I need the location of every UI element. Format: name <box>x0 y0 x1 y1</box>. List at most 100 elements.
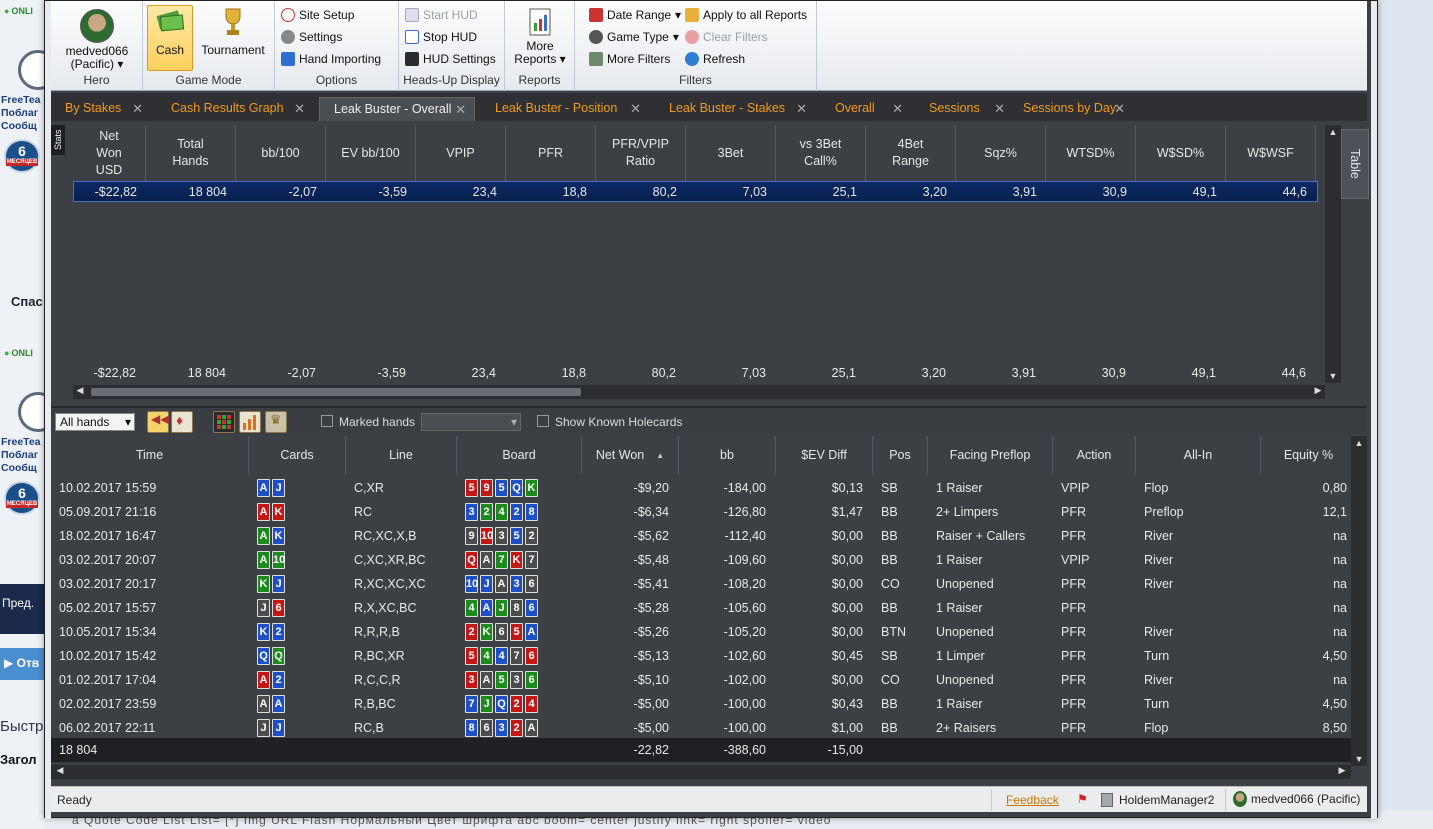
clear-filters-button[interactable]: Clear Filters <box>685 30 768 44</box>
start-hud-button[interactable]: Start HUD <box>405 8 478 22</box>
trophy-button[interactable]: ♛ <box>265 411 287 433</box>
stats-row-selected[interactable]: -$22,82 18 804 -2,07 -3,59 23,4 18,8 80,2 7,03 2… <box>73 181 1318 202</box>
stats-cell: 44,6 <box>1282 185 1307 199</box>
tab-leak-buster-overall[interactable]: Leak Buster - Overall ✕ <box>319 97 475 121</box>
date-range-button[interactable]: Date Range ▾ <box>589 8 681 22</box>
scroll-up-icon[interactable]: ▲ <box>1326 127 1340 137</box>
replay-button[interactable]: ♦ <box>171 411 193 433</box>
hands-col-header[interactable]: Equity % <box>1261 436 1357 474</box>
table-row[interactable]: 03.02.2017 20:17 K J R,XC,XC,XC 10 J A 3 6 -$5,41… <box>51 572 1357 596</box>
online-status: ONLI <box>0 6 44 16</box>
tab-leak-buster-position[interactable]: Leak Buster - Position ✕ <box>481 97 649 121</box>
hands-col-header[interactable]: Time <box>51 436 249 474</box>
close-icon[interactable]: ✕ <box>455 102 466 118</box>
table-row[interactable]: 03.02.2017 20:07 A 10 C,XC,XR,BC Q A 7 K 7 -$5,48… <box>51 548 1357 572</box>
cash-button-content[interactable]: Cash <box>147 7 193 57</box>
scroll-right-icon[interactable]: ▶ <box>1311 385 1325 396</box>
tab-overall[interactable]: Overall ✕ <box>821 97 911 121</box>
hands-col-header[interactable]: Pos <box>873 436 928 474</box>
hands-horizontal-scrollbar[interactable]: ◀ ▶ <box>51 765 1351 779</box>
hands-col-header[interactable]: Cards <box>249 436 346 474</box>
scroll-down-icon[interactable]: ▼ <box>1326 371 1340 381</box>
scroll-left-icon[interactable]: ◀ <box>53 765 67 776</box>
hands-col-header[interactable]: Action <box>1053 436 1136 474</box>
hands-col-header[interactable]: All-In <box>1136 436 1261 474</box>
site-setup-button[interactable]: Site Setup <box>281 8 354 22</box>
hands-col-header[interactable]: $EV Diff <box>776 436 873 474</box>
rewind-button[interactable]: ◀◀ <box>147 411 169 433</box>
chart-button[interactable] <box>239 411 261 433</box>
refresh-button[interactable]: Refresh <box>685 52 745 66</box>
stats-col-header[interactable]: PFR <box>506 125 596 181</box>
stats-col-header[interactable]: Sqz% <box>956 125 1046 181</box>
hand-importing-button[interactable]: Hand Importing <box>281 52 381 66</box>
stats-col-header[interactable]: VPIP <box>416 125 506 181</box>
stats-col-header[interactable]: EV bb/100 <box>326 125 416 181</box>
table-row[interactable]: 06.02.2017 22:11 J J RC,B 8 6 3 2 A -$5,00 -100,00… <box>51 716 1357 740</box>
game-type-button[interactable]: Game Type ▾ <box>589 30 679 44</box>
hud-settings-button[interactable]: HUD Settings <box>405 52 496 66</box>
tab-sessions[interactable]: Sessions ✕ <box>915 97 1013 121</box>
stats-col-header[interactable]: W$WSF <box>1226 125 1316 181</box>
tab-leak-buster-stakes[interactable]: Leak Buster - Stakes ✕ <box>655 97 815 121</box>
stats-col-header[interactable]: 3Bet <box>686 125 776 181</box>
stats-col-header[interactable]: Total Hands <box>146 125 236 181</box>
feedback-link[interactable]: Feedback <box>1006 793 1059 807</box>
hands-col-header[interactable]: bb <box>679 436 776 474</box>
hands-col-header[interactable]: Board <box>457 436 582 474</box>
scroll-up-icon[interactable]: ▲ <box>1352 438 1366 448</box>
hands-col-header[interactable]: Facing Preflop <box>928 436 1053 474</box>
stats-col-header[interactable]: PFR/VPIP Ratio <box>596 125 686 181</box>
stats-col-header[interactable]: Net Won USD <box>73 125 146 181</box>
stats-col-header[interactable]: 4Bet Range <box>866 125 956 181</box>
table-row[interactable]: 05.02.2017 15:57 J 6 R,X,XC,BC 4 A J 8 6 -$5,28 -1… <box>51 596 1357 620</box>
close-icon[interactable]: ✕ <box>1114 101 1125 117</box>
table-row[interactable]: 10.05.2017 15:34 K 2 R,R,R,B 2 K 6 5 A -$5,26 -105… <box>51 620 1357 644</box>
close-icon[interactable]: ✕ <box>994 101 1005 117</box>
close-icon[interactable]: ✕ <box>630 101 641 117</box>
hands-col-header-text: Time <box>135 448 164 462</box>
table-row[interactable]: 05.09.2017 21:16 A K RC 3 2 4 2 8 -$6,34 -126,80 $1… <box>51 500 1357 524</box>
close-icon[interactable]: ✕ <box>796 101 807 117</box>
hands-col-header[interactable]: Line <box>346 436 457 474</box>
apply-all-reports-button[interactable]: Apply to all Reports <box>685 8 807 22</box>
table-row[interactable]: 10.02.2017 15:59 A J C,XR 5 9 5 Q K -$9,20 -184,00… <box>51 476 1357 500</box>
more-filters-button[interactable]: More Filters <box>589 52 670 66</box>
table-row[interactable]: 10.02.2017 15:42 Q Q R,BC,XR 5 4 4 7 6 -$5,13 -102… <box>51 644 1357 668</box>
stats-col-header[interactable]: vs 3Bet Call% <box>776 125 866 181</box>
stop-hud-button[interactable]: Stop HUD <box>405 30 477 44</box>
scroll-down-icon[interactable]: ▼ <box>1352 754 1366 764</box>
grid-view-button[interactable] <box>213 411 235 433</box>
scroll-right-icon[interactable]: ▶ <box>1335 765 1349 776</box>
marked-hands-checkbox[interactable] <box>321 415 333 427</box>
stats-horizontal-scrollbar[interactable]: ◀ ▶ <box>73 385 1325 399</box>
hands-col-header[interactable]: Net Won ▲ <box>582 436 679 474</box>
close-icon[interactable]: ✕ <box>294 101 305 117</box>
prev-button[interactable]: Пред. <box>0 584 44 634</box>
settings-button[interactable]: Settings <box>281 30 342 44</box>
close-icon[interactable]: ✕ <box>132 101 143 117</box>
table-row[interactable]: 02.02.2017 23:59 A A R,B,BC 7 J Q 2 4 -$5,00 -100,… <box>51 692 1357 716</box>
tab-by-stakes[interactable]: By Stakes ✕ <box>51 97 151 121</box>
hands-vertical-scrollbar[interactable]: ▲ ▼ <box>1351 436 1367 766</box>
reply-button[interactable]: ▶ Отв <box>0 648 44 680</box>
hand-filter-select[interactable]: All hands ▾ <box>55 413 135 431</box>
marked-hands-select[interactable]: ▾ <box>421 413 521 431</box>
stats-col-header[interactable]: bb/100 <box>236 125 326 181</box>
table-row[interactable]: 01.02.2017 17:04 A 2 R,C,C,R 3 A 5 3 6 -$5,10 -102… <box>51 668 1357 692</box>
stats-col-header[interactable]: W$SD% <box>1136 125 1226 181</box>
hero-button[interactable]: medved066 (Pacific) ▾ <box>55 3 139 71</box>
stats-vertical-scrollbar[interactable]: ▲ ▼ <box>1325 125 1341 383</box>
tab-cash-results-graph[interactable]: Cash Results Graph ✕ <box>157 97 313 121</box>
stats-col-header[interactable]: WTSD% <box>1046 125 1136 181</box>
tab-sessions-by-day[interactable]: Sessions by Day ✕ <box>1009 97 1133 121</box>
scroll-thumb[interactable] <box>91 388 581 396</box>
stats-side-tab[interactable]: Stats <box>51 125 65 155</box>
table-side-tab[interactable]: Table <box>1341 129 1369 199</box>
more-reports-button[interactable]: More Reports ▾ <box>509 7 571 66</box>
table-row[interactable]: 18.02.2017 16:47 A K RC,XC,X,B 9 10 3 5 2 -$5,62 -… <box>51 524 1357 548</box>
scroll-left-icon[interactable]: ◀ <box>73 385 87 396</box>
known-holecards-checkbox[interactable] <box>537 415 549 427</box>
close-icon[interactable]: ✕ <box>892 101 903 117</box>
tournament-button[interactable]: Tournament <box>195 7 271 57</box>
